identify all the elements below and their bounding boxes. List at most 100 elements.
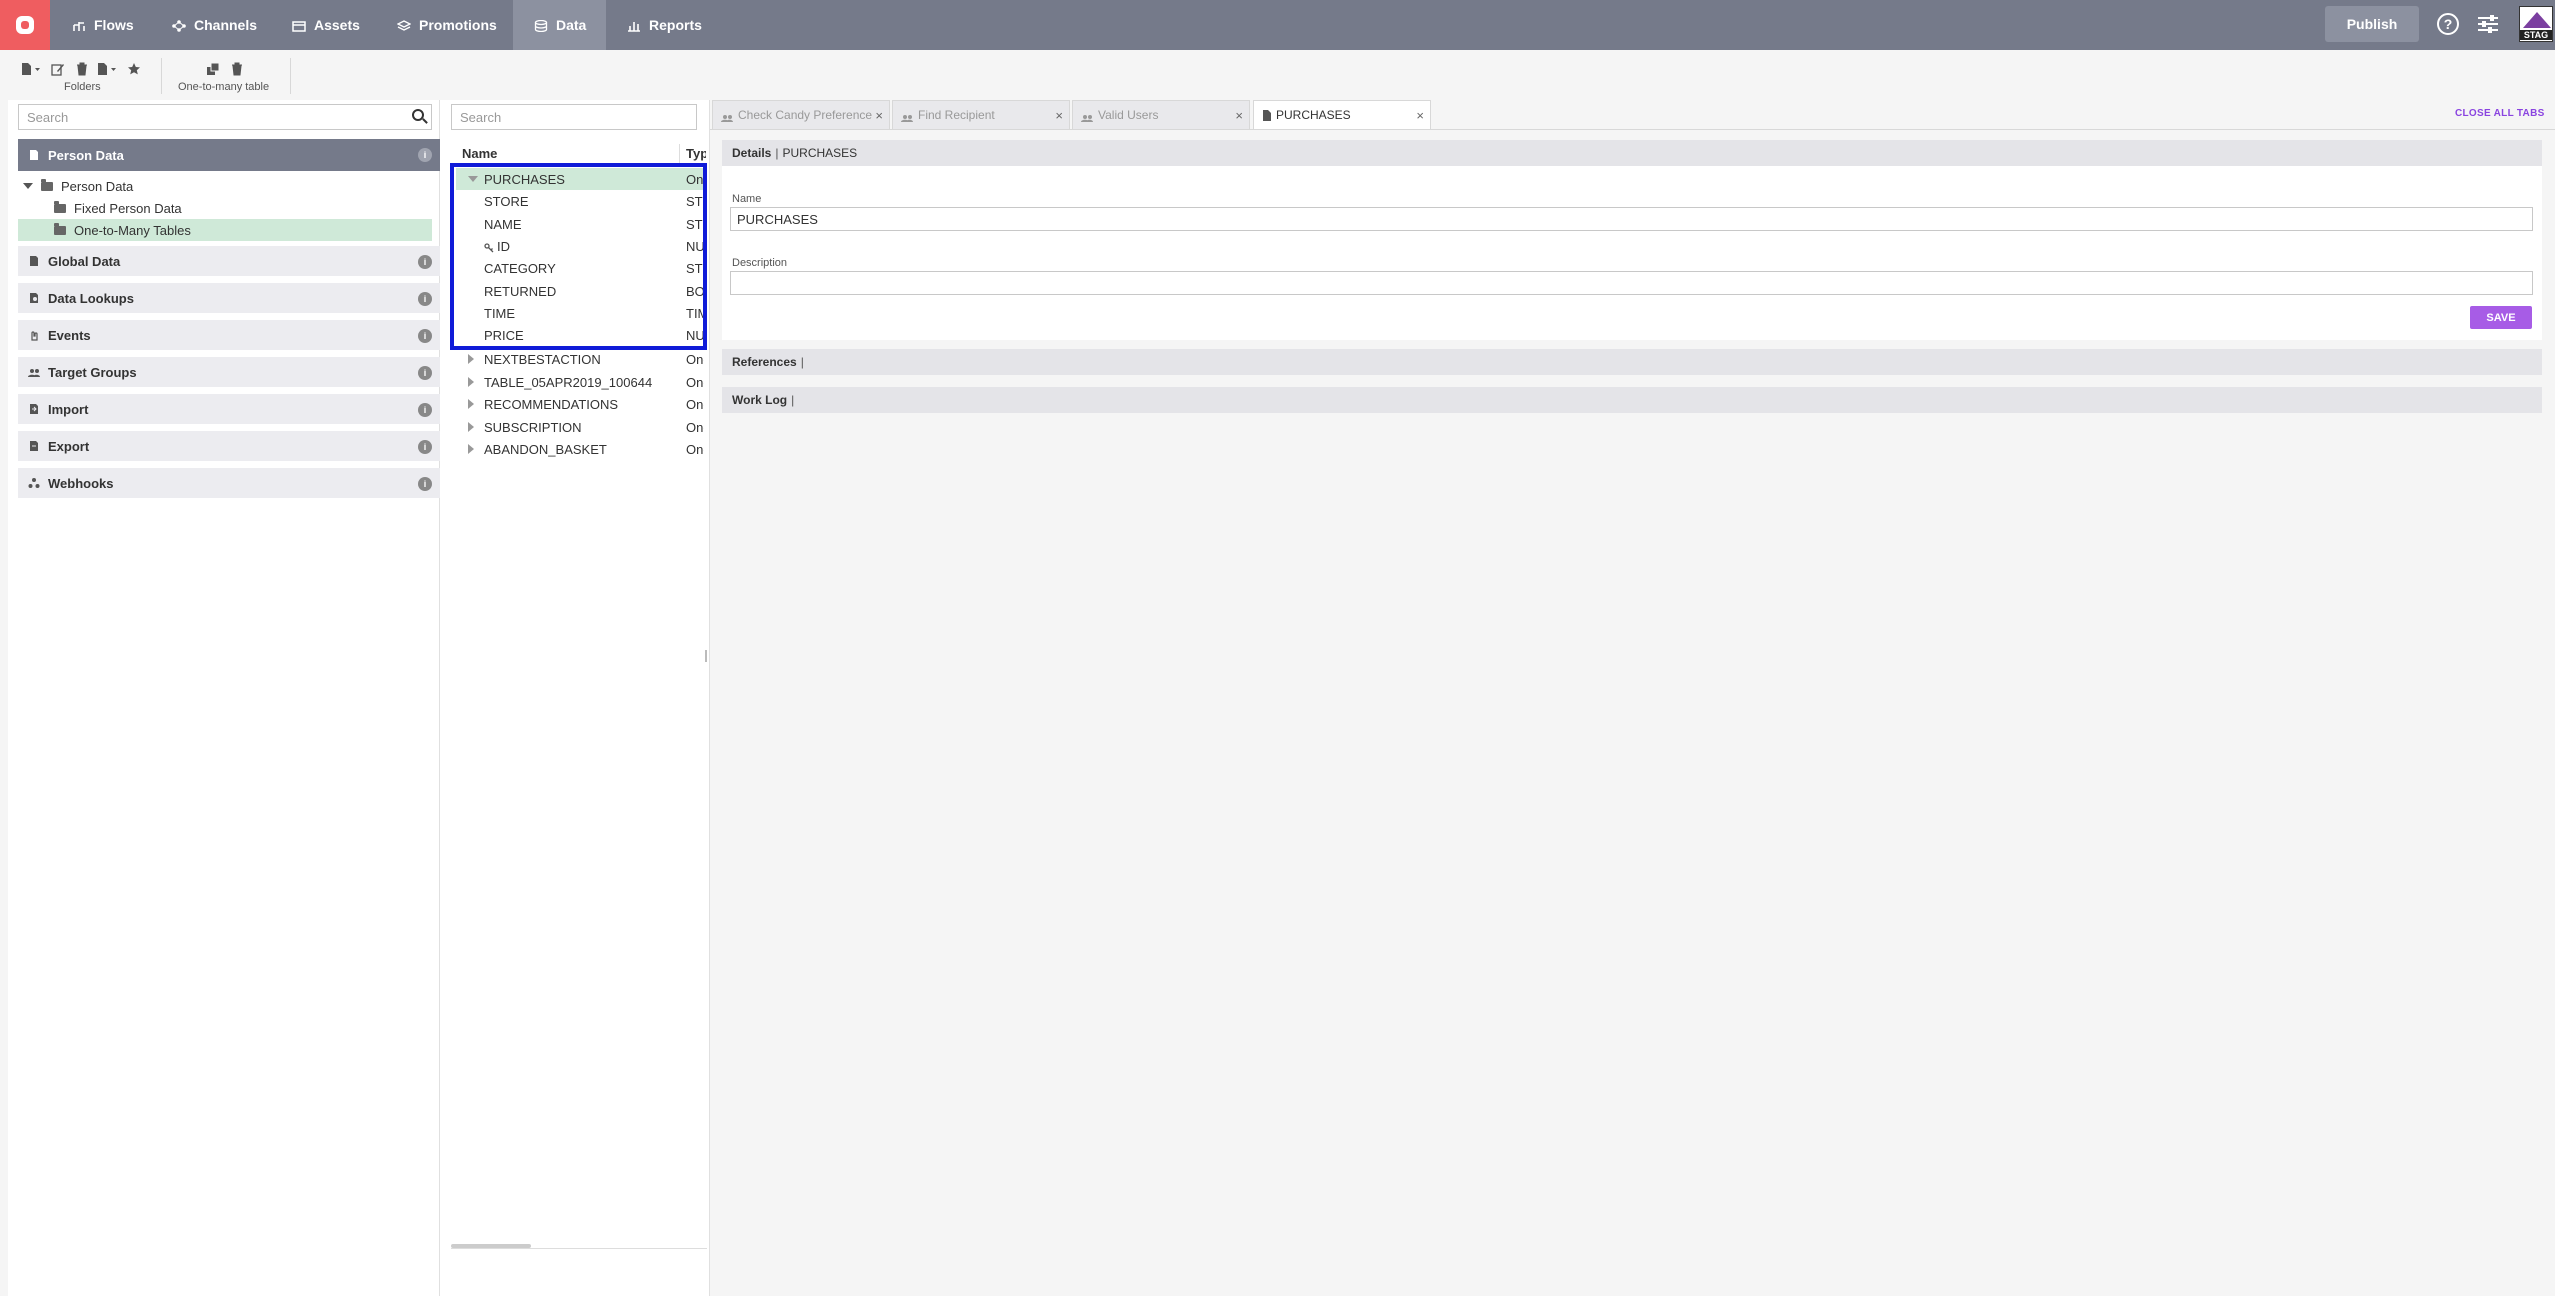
category-label: Data Lookups [48,290,134,306]
category-label: Person Data [48,147,124,163]
panel-splitter-handle[interactable] [705,650,707,662]
horizontal-scrollbar-track[interactable] [451,1248,707,1249]
favorite-star-icon[interactable] [127,62,141,76]
nav-channels[interactable]: Channels [160,0,260,50]
table-row[interactable]: SUBSCRIPTION One-to-many [456,416,706,438]
delete-icon[interactable] [75,62,89,76]
expand-caret-icon[interactable] [468,377,474,387]
global-data-icon [28,255,40,267]
left-search-input[interactable]: Search [18,104,432,130]
expand-caret-icon[interactable] [23,183,33,189]
table-name: RECOMMENDATIONS [484,396,619,412]
tab-find-recipient[interactable]: Find Recipient × [892,100,1070,130]
table-row[interactable]: ABANDON_BASKET One-to-many [456,438,706,460]
details-title: Details [732,146,772,160]
help-icon[interactable]: ? [2437,13,2459,35]
work-log-title: Work Log [732,393,788,407]
nav-data[interactable]: Data [513,0,606,50]
tab-label: PURCHASES [1276,108,1351,122]
events-hand-icon [28,329,40,341]
new-file-dropdown-caret[interactable] [34,62,42,76]
nav-reports[interactable]: Reports [615,0,715,50]
tab-valid-users[interactable]: Valid Users × [1072,100,1250,130]
table-name: NEXTBESTACTION [484,351,601,367]
category-target-groups[interactable]: Target Groups i [18,357,440,387]
data-icon [534,19,548,33]
info-icon[interactable]: i [418,292,432,306]
assets-icon [292,19,306,32]
nav-promotions-label: Promotions [419,17,497,33]
reports-icon [627,19,641,32]
column-header-type[interactable]: Type [686,146,706,161]
person-data-icon [28,149,40,161]
nav-assets[interactable]: Assets [280,0,370,50]
table-row[interactable]: NEXTBESTACTION One-to-many [456,348,706,370]
delete-table-icon[interactable] [230,62,244,76]
category-global-data[interactable]: Global Data i [18,246,440,276]
category-events[interactable]: Events i [18,320,440,350]
nav-promotions[interactable]: Promotions [385,0,505,50]
category-webhooks[interactable]: Webhooks i [18,468,440,498]
expand-caret-icon[interactable] [468,354,474,364]
info-icon[interactable]: i [418,255,432,269]
copy-table-icon[interactable] [206,62,220,76]
expand-caret-icon[interactable] [468,399,474,409]
top-nav-bar: Flows Channels Assets Promotions Data Re… [0,0,2555,50]
tree-node-label: Person Data [61,178,134,194]
target-groups-icon [721,111,733,122]
references-section-header[interactable]: References | [722,349,2542,375]
left-navigation-panel [8,100,440,1296]
tree-node-fixed-person-data[interactable]: Fixed Person Data [18,197,432,219]
tab-check-candy-preference[interactable]: Check Candy Preference × [712,100,890,130]
details-form [722,166,2542,340]
column-divider[interactable] [679,144,680,164]
nav-flows[interactable]: Flows [60,0,145,50]
table-search-input[interactable]: Search [451,104,697,130]
tab-purchases[interactable]: PURCHASES × [1253,100,1431,130]
move-file-icon[interactable] [96,62,110,76]
close-tab-icon[interactable]: × [1235,108,1243,123]
table-name: SUBSCRIPTION [484,419,582,435]
purchases-highlight-box [450,163,707,350]
details-section-header[interactable]: Details | PURCHASES [722,140,2542,166]
table-row[interactable]: TABLE_05APR2019_100644 One-to-many [456,371,706,393]
category-label: Events [48,327,91,343]
info-icon[interactable]: i [418,477,432,491]
save-button[interactable]: SAVE [2470,306,2532,329]
edit-icon[interactable] [51,62,65,76]
new-file-icon[interactable] [20,62,34,76]
category-data-lookups[interactable]: Data Lookups i [18,283,440,313]
work-log-section-header[interactable]: Work Log | [722,387,2542,413]
one-to-many-group-label: One-to-many table [178,81,270,93]
expand-caret-icon[interactable] [468,444,474,454]
app-logo[interactable] [0,0,50,50]
tree-node-person-data[interactable]: Person Data [18,175,432,197]
close-tab-icon[interactable]: × [875,108,883,123]
publish-button[interactable]: Publish [2325,6,2419,42]
info-icon[interactable]: i [418,329,432,343]
description-field-input[interactable] [730,271,2533,295]
info-icon[interactable]: i [418,148,432,162]
category-person-data[interactable]: Person Data i [18,139,440,171]
toolbar [0,50,2555,100]
table-type: One-to-many [686,351,704,367]
info-icon[interactable]: i [418,440,432,454]
move-file-dropdown-caret[interactable] [110,62,118,76]
close-tab-icon[interactable]: × [1416,108,1424,123]
category-export[interactable]: Export i [18,431,440,461]
category-label: Export [48,438,90,454]
tab-label: Find Recipient [918,108,995,122]
category-import[interactable]: Import i [18,394,440,424]
search-icon[interactable] [412,109,428,125]
expand-caret-icon[interactable] [468,422,474,432]
settings-sliders-icon[interactable] [2478,14,2498,34]
tree-node-one-to-many-tables[interactable]: One-to-Many Tables [18,219,432,241]
column-header-name[interactable]: Name [462,146,497,161]
close-tab-icon[interactable]: × [1055,108,1063,123]
table-row[interactable]: RECOMMENDATIONS One-to-many [456,393,706,415]
info-icon[interactable]: i [418,366,432,380]
info-icon[interactable]: i [418,403,432,417]
name-field-input[interactable]: PURCHASES [730,207,2533,231]
close-all-tabs-link[interactable]: CLOSE ALL TABS [2455,108,2545,119]
environment-badge[interactable]: STAG [2519,6,2553,42]
